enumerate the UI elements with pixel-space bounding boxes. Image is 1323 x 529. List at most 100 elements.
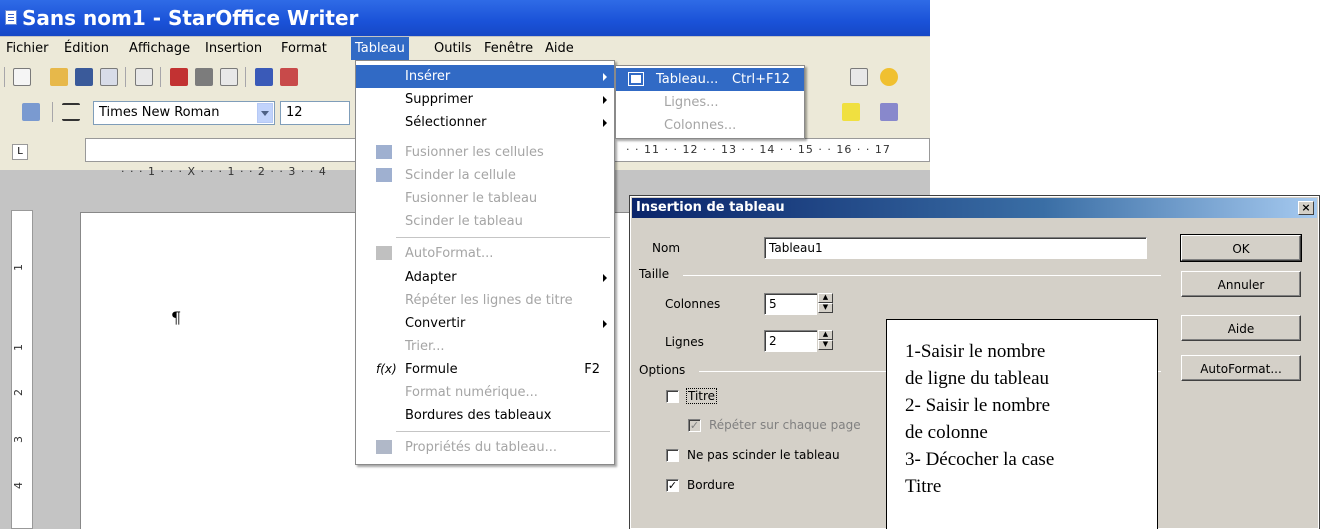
vruler-mark: 1 bbox=[12, 344, 25, 351]
name-input[interactable]: Tableau1 bbox=[764, 237, 1147, 259]
open-folder-icon[interactable] bbox=[50, 68, 68, 86]
export-pdf-icon[interactable] bbox=[170, 68, 188, 86]
menu-item-trier[interactable]: Trier... bbox=[356, 335, 614, 358]
menu-separator bbox=[396, 237, 610, 238]
menu-aide[interactable]: Aide bbox=[545, 37, 574, 60]
help-button[interactable]: Aide bbox=[1181, 315, 1301, 341]
menu-item-label: Adapter bbox=[405, 270, 457, 285]
submenu-item-lignes[interactable]: Lignes... bbox=[616, 91, 804, 114]
size-group-label: Taille bbox=[639, 267, 670, 281]
menu-item-label: Répéter les lignes de titre bbox=[405, 293, 573, 308]
tableau-menu: Insérer Supprimer Sélectionner Fusionner… bbox=[355, 60, 615, 465]
callout-line: de ligne du tableau bbox=[905, 368, 1050, 389]
rows-input[interactable]: 2 bbox=[764, 330, 818, 352]
document-icon bbox=[5, 10, 17, 25]
spin-down-icon[interactable]: ▼ bbox=[818, 303, 833, 313]
print-preview-icon[interactable] bbox=[220, 68, 238, 86]
menu-item-label: Bordures des tableaux bbox=[405, 408, 552, 423]
size-group-line bbox=[683, 275, 1161, 276]
menu-fichier[interactable]: Fichier bbox=[6, 37, 49, 60]
menu-item-scinder-tableau[interactable]: Scinder le tableau bbox=[356, 210, 614, 233]
callout-line: de colonne bbox=[905, 422, 988, 443]
menu-edition[interactable]: Édition bbox=[64, 37, 109, 60]
close-icon[interactable]: × bbox=[1298, 201, 1314, 215]
callout-line: 1-Saisir le nombre bbox=[905, 341, 1046, 362]
menu-item-inserer[interactable]: Insérer bbox=[356, 65, 614, 88]
menu-item-fusionner-cellules[interactable]: Fusionner les cellules bbox=[356, 141, 614, 164]
menu-item-label: Sélectionner bbox=[405, 115, 487, 130]
align-lines-icon[interactable] bbox=[62, 103, 80, 121]
dialog-title-bar: Insertion de tableau × bbox=[632, 198, 1317, 218]
menu-fenetre[interactable]: Fenêtre bbox=[484, 37, 533, 60]
submenu-arrow-icon bbox=[603, 274, 607, 282]
rows-spinner[interactable]: ▲ ▼ bbox=[817, 330, 833, 352]
ruler-marks-left: · · · 1 · · · X · · · 1 · · 2 · · 3 · · … bbox=[120, 165, 327, 178]
menu-item-supprimer[interactable]: Supprimer bbox=[356, 88, 614, 111]
menu-item-format-numerique[interactable]: Format numérique... bbox=[356, 381, 614, 404]
tab-stop-selector[interactable]: L bbox=[12, 144, 28, 160]
autospellcheck-icon[interactable] bbox=[280, 68, 298, 86]
merge-cells-icon bbox=[376, 145, 392, 159]
toolbar-grip bbox=[4, 67, 5, 87]
spin-up-icon[interactable]: ▲ bbox=[818, 293, 833, 303]
font-name-box[interactable]: Times New Roman bbox=[93, 101, 275, 125]
email-icon[interactable] bbox=[100, 68, 118, 86]
title-checkbox-label: Titre bbox=[685, 388, 718, 404]
font-size-box[interactable]: 12 bbox=[280, 101, 350, 125]
menu-item-bordures[interactable]: Bordures des tableaux bbox=[356, 404, 614, 427]
zoom-icon[interactable] bbox=[850, 68, 868, 86]
menu-item-repeter-titre[interactable]: Répéter les lignes de titre bbox=[356, 289, 614, 312]
font-name-dropdown-icon[interactable] bbox=[257, 103, 273, 123]
menu-item-label: Scinder la cellule bbox=[405, 168, 516, 183]
title-checkbox[interactable] bbox=[666, 390, 679, 403]
columns-spinner[interactable]: ▲ ▼ bbox=[817, 293, 833, 315]
help-icon[interactable] bbox=[880, 68, 898, 86]
border-checkbox[interactable]: ✓ bbox=[666, 479, 679, 492]
cancel-button[interactable]: Annuler bbox=[1181, 271, 1301, 297]
window-title: Sans nom1 - StarOffice Writer bbox=[22, 6, 359, 30]
menu-item-fusionner-tableau[interactable]: Fusionner le tableau bbox=[356, 187, 614, 210]
submenu-arrow-icon bbox=[603, 96, 607, 104]
background-color-icon[interactable] bbox=[880, 103, 898, 121]
save-icon[interactable] bbox=[75, 68, 93, 86]
menu-item-scinder-cellule[interactable]: Scinder la cellule bbox=[356, 164, 614, 187]
menu-item-selectionner[interactable]: Sélectionner bbox=[356, 111, 614, 134]
menu-item-autoformat[interactable]: AutoFormat... bbox=[356, 242, 614, 265]
submenu-item-colonnes[interactable]: Colonnes... bbox=[616, 114, 804, 137]
spin-up-icon[interactable]: ▲ bbox=[818, 330, 833, 340]
repeat-checkbox[interactable]: ✓ bbox=[688, 419, 701, 432]
menu-item-formule[interactable]: f(x) Formule F2 bbox=[356, 358, 614, 381]
spellcheck-icon[interactable] bbox=[255, 68, 273, 86]
instruction-callout: 1-Saisir le nombre de ligne du tableau 2… bbox=[886, 319, 1158, 529]
submenu-item-label: Tableau... bbox=[656, 72, 719, 87]
submenu-arrow-icon bbox=[603, 320, 607, 328]
autoformat-button[interactable]: AutoFormat... bbox=[1181, 355, 1301, 381]
submenu-item-tableau[interactable]: Tableau... Ctrl+F12 bbox=[616, 68, 804, 91]
columns-input[interactable]: 5 bbox=[764, 293, 818, 315]
print-icon[interactable] bbox=[195, 68, 213, 86]
font-size-value: 12 bbox=[286, 105, 303, 120]
ruler-marks-right: · · 11 · · 12 · · 13 · · 14 · · 15 · · 1… bbox=[626, 143, 891, 156]
edit-file-icon[interactable] bbox=[135, 68, 153, 86]
callout-line: 3- Décocher la case bbox=[905, 449, 1055, 470]
name-label: Nom bbox=[652, 241, 681, 255]
menu-insertion[interactable]: Insertion bbox=[205, 37, 262, 60]
menu-outils[interactable]: Outils bbox=[434, 37, 472, 60]
menu-tableau[interactable]: Tableau bbox=[351, 37, 409, 60]
menu-item-label: Trier... bbox=[405, 339, 445, 354]
menu-item-adapter[interactable]: Adapter bbox=[356, 266, 614, 289]
highlight-icon[interactable] bbox=[842, 103, 860, 121]
new-document-icon[interactable] bbox=[13, 68, 31, 86]
styles-icon[interactable] bbox=[22, 103, 40, 121]
table-icon bbox=[628, 72, 644, 86]
menu-item-convertir[interactable]: Convertir bbox=[356, 312, 614, 335]
repeat-checkbox-label: Répéter sur chaque page bbox=[709, 418, 861, 432]
ok-button[interactable]: OK bbox=[1180, 234, 1302, 262]
menu-item-proprietes[interactable]: Propriétés du tableau... bbox=[356, 436, 614, 459]
menu-affichage[interactable]: Affichage bbox=[129, 37, 190, 60]
no-split-checkbox[interactable] bbox=[666, 449, 679, 462]
vruler-mark: 2 bbox=[12, 389, 25, 396]
vruler-mark: 4 bbox=[12, 482, 25, 489]
menu-format[interactable]: Format bbox=[281, 37, 327, 60]
spin-down-icon[interactable]: ▼ bbox=[818, 340, 833, 350]
